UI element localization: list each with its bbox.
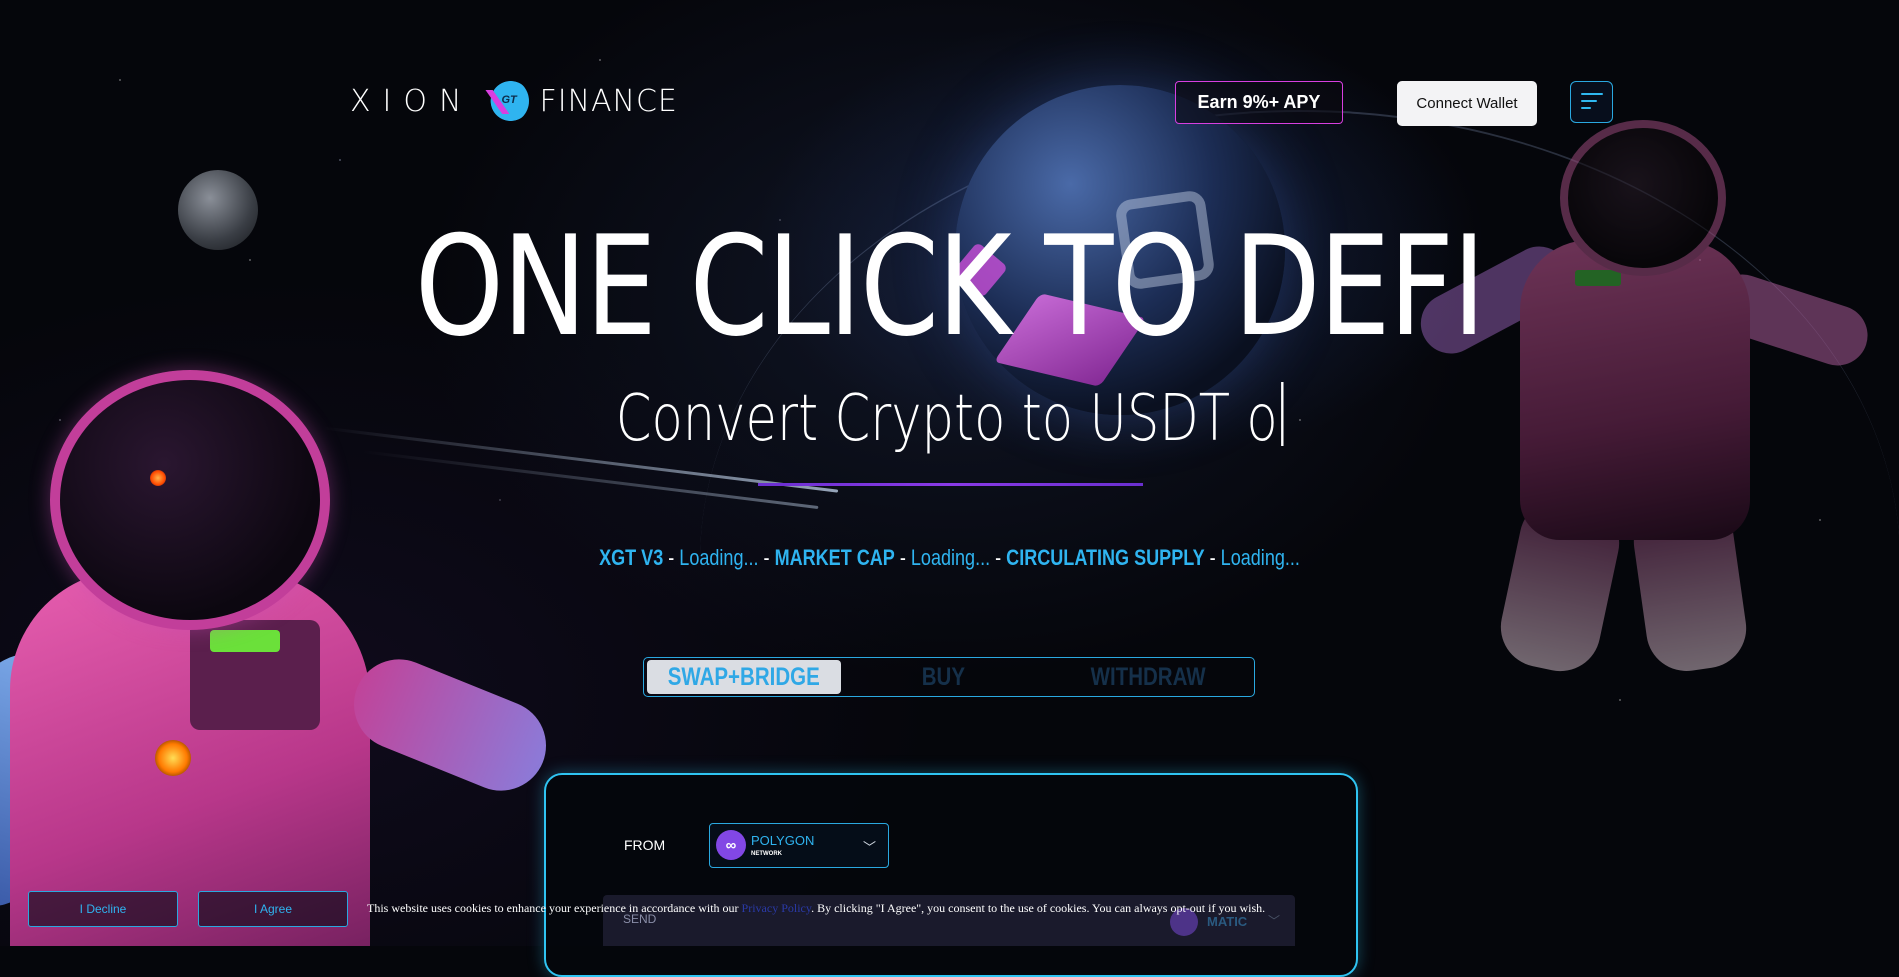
chevron-down-icon: ﹀ [862,840,876,855]
token-select[interactable]: MATIC [1207,914,1247,929]
hero-divider [758,483,1143,486]
stat-token-label: XGT V3 [599,545,664,570]
stat-token-value: Loading... [679,545,759,570]
polygon-icon: ∞ [716,830,746,860]
logo-text-xion: XION [350,83,474,119]
privacy-policy-link[interactable]: Privacy Policy [742,901,812,915]
token-stats-bar: XGT V3 - Loading... - MARKET CAP - Loadi… [599,545,1300,570]
astronaut-left-image [0,370,570,946]
swap-mode-tabs: SWAP+BRIDGE BUY WITHDRAW [643,657,1255,697]
stat-supply-value: Loading... [1220,545,1300,570]
stat-mcap-label: MARKET CAP [774,545,895,570]
tab-withdraw[interactable]: WITHDRAW [1046,660,1251,694]
hamburger-menu-icon[interactable] [1570,81,1613,123]
stat-supply-label: CIRCULATING SUPPLY [1006,545,1205,570]
cookie-agree-button[interactable]: I Agree [198,891,348,927]
hero-title: ONE CLICK TO DEFI [414,206,1486,367]
hero-subtitle-text: Convert Crypto to USDT o [615,382,1278,456]
cookie-notice: This website uses cookies to enhance you… [367,901,1266,915]
network-name: POLYGON [751,833,815,848]
site-logo[interactable]: XION GT FINANCE [350,78,678,124]
stat-mcap-value: Loading... [910,545,991,570]
cookie-decline-button[interactable]: I Decline [28,891,178,927]
from-label: FROM [624,837,666,853]
logo-text-finance: FINANCE [539,83,678,119]
chevron-down-icon: ﹀ [1268,914,1281,928]
tab-swap-bridge[interactable]: SWAP+BRIDGE [647,660,841,694]
network-sublabel: NETWORK [751,851,782,857]
logo-mark-text: GT [501,94,517,106]
connect-wallet-button[interactable]: Connect Wallet [1397,81,1537,126]
hero-subtitle: Convert Crypto to USDT o [190,382,1709,451]
typing-caret [1280,382,1284,446]
earn-apy-button[interactable]: Earn 9%+ APY [1175,81,1343,124]
tab-buy[interactable]: BUY [841,660,1046,694]
xgt-logo-icon: GT [483,78,530,124]
network-select[interactable]: ∞ POLYGON NETWORK ﹀ [709,823,889,868]
swap-card [544,773,1358,977]
